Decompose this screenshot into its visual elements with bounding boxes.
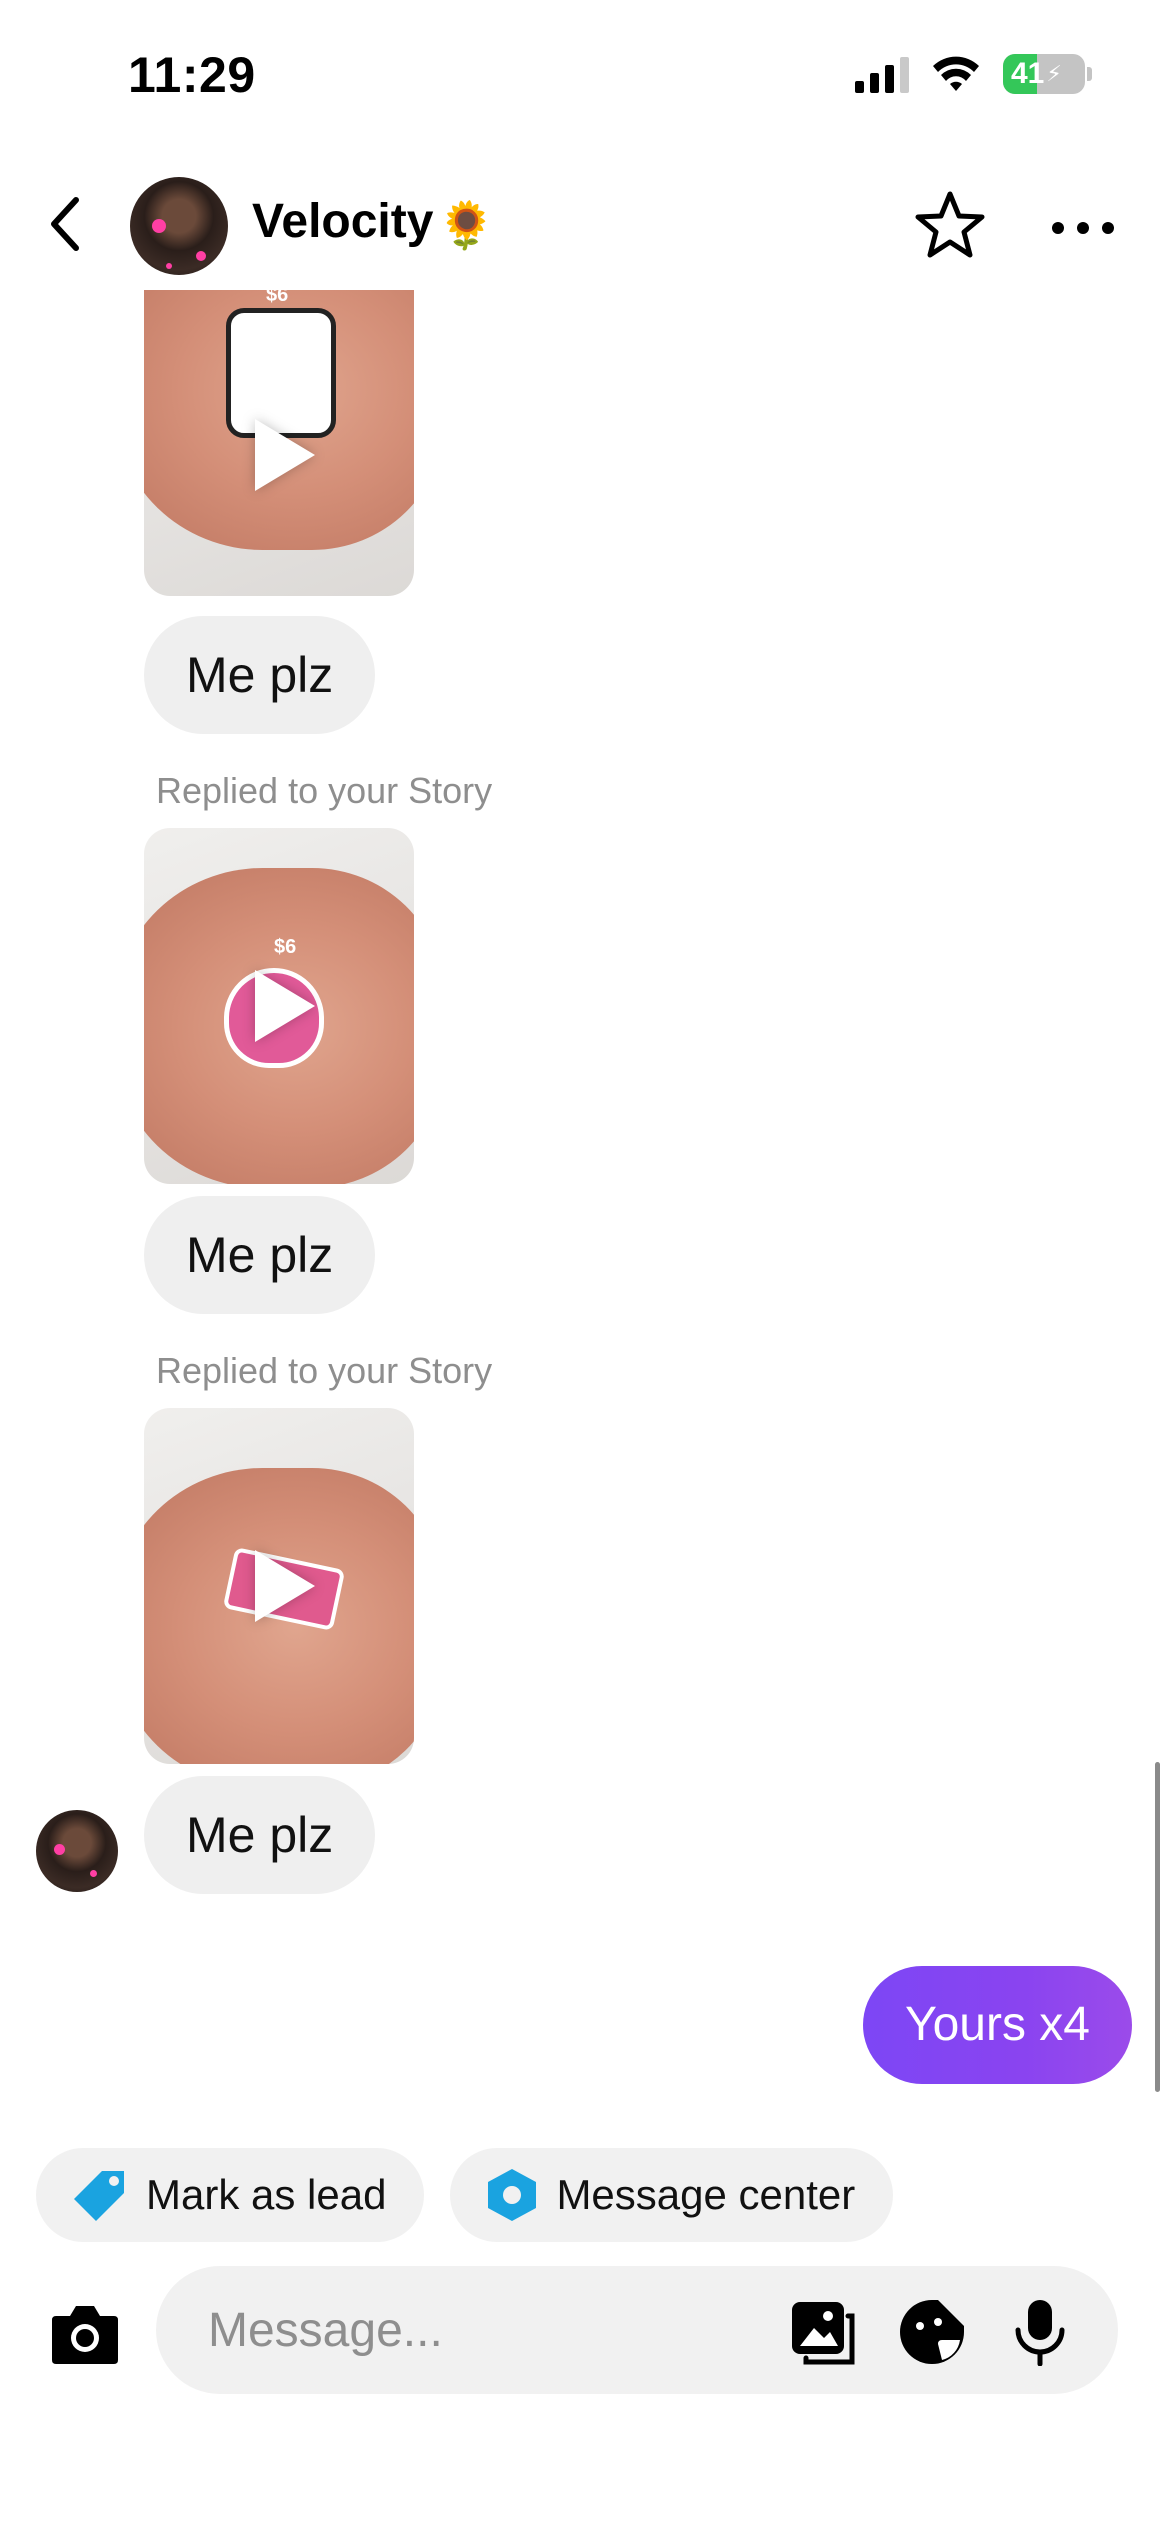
play-icon bbox=[255, 1550, 315, 1622]
cellular-signal-icon bbox=[855, 55, 909, 93]
story-video-thumbnail[interactable]: $6 bbox=[144, 828, 414, 1184]
conversation-header: Velocity🌻 bbox=[0, 160, 1170, 290]
story-video-thumbnail[interactable] bbox=[144, 1408, 414, 1764]
story-reply-label: Replied to your Story bbox=[156, 1350, 493, 1391]
tag-icon bbox=[74, 2171, 124, 2221]
message-center-button[interactable]: Message center bbox=[450, 2148, 894, 2242]
hexagon-icon bbox=[488, 2169, 537, 2221]
quick-actions: Mark as lead Message center bbox=[36, 2148, 894, 2242]
back-chevron-icon[interactable] bbox=[40, 192, 96, 256]
chip-label: Message center bbox=[556, 2171, 856, 2218]
incoming-message[interactable]: Me plz bbox=[144, 1776, 376, 1894]
play-icon bbox=[255, 970, 315, 1042]
contact-name[interactable]: Velocity🌻 bbox=[252, 194, 495, 253]
message-composer bbox=[156, 2266, 1118, 2394]
camera-icon[interactable] bbox=[50, 2300, 120, 2366]
mark-as-lead-button[interactable]: Mark as lead bbox=[36, 2148, 425, 2242]
story-reply-label: Replied to your Story bbox=[156, 770, 493, 811]
battery-level: 41 bbox=[1011, 57, 1045, 90]
scrollbar[interactable] bbox=[1155, 1762, 1160, 2092]
status-time: 11:29 bbox=[128, 47, 256, 103]
status-bar: 11:29 41 ⚡ bbox=[0, 0, 1170, 150]
star-icon[interactable] bbox=[910, 186, 990, 266]
play-icon bbox=[255, 418, 315, 491]
microphone-icon[interactable] bbox=[1006, 2298, 1074, 2366]
wifi-icon bbox=[933, 56, 979, 91]
price-tag: $6 bbox=[266, 290, 289, 306]
message-thread[interactable]: $6 Me plz Replied to your Story $6 Me pl… bbox=[0, 290, 1170, 2090]
status-icons: 41 ⚡ bbox=[855, 54, 1092, 94]
contact-avatar[interactable] bbox=[130, 177, 228, 275]
contact-name-text: Velocity bbox=[252, 195, 434, 248]
gallery-icon[interactable] bbox=[788, 2298, 856, 2366]
sender-avatar[interactable] bbox=[36, 1810, 118, 1892]
incoming-message[interactable]: Me plz bbox=[144, 616, 376, 734]
chip-label: Mark as lead bbox=[146, 2171, 387, 2218]
battery-icon: 41 ⚡ bbox=[1003, 54, 1085, 94]
more-options-icon[interactable] bbox=[1048, 218, 1118, 238]
sunflower-emoji: 🌻 bbox=[437, 199, 495, 251]
sticker-icon[interactable] bbox=[898, 2298, 966, 2366]
outgoing-message[interactable]: Yours x4 bbox=[862, 1966, 1132, 2084]
price-tag: $6 bbox=[274, 936, 297, 958]
incoming-message[interactable]: Me plz bbox=[144, 1196, 376, 1314]
story-video-thumbnail[interactable]: $6 bbox=[144, 290, 414, 596]
message-input[interactable] bbox=[208, 2296, 768, 2364]
